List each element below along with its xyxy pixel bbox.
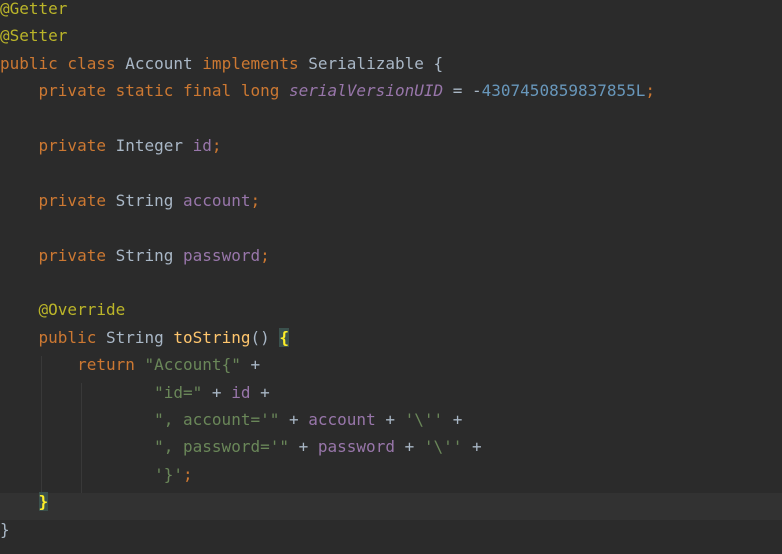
matched-brace: { [279, 327, 290, 347]
code-token: '}' [154, 464, 184, 484]
code-token: implements [202, 53, 309, 73]
code-token: + [288, 437, 318, 457]
code-line[interactable]: '}'; [0, 464, 782, 493]
code-token: private static final long [0, 81, 289, 101]
code-token: Account [125, 53, 203, 73]
code-token: toString [173, 327, 251, 347]
code-token: return [0, 355, 145, 375]
code-token: ; [250, 190, 261, 210]
code-line[interactable]: @Getter [0, 0, 782, 27]
code-line[interactable] [0, 110, 782, 137]
code-token: () [250, 327, 280, 347]
code-token: ", account='" [154, 410, 280, 429]
code-token: = - [443, 81, 482, 101]
code-line[interactable] [0, 274, 782, 301]
code-token: '\'' [404, 410, 444, 429]
code-token: ; [260, 245, 270, 265]
code-token: Integer [115, 136, 193, 155]
code-line[interactable]: public String toString() { [0, 327, 782, 356]
code-token: ; [183, 464, 193, 484]
code-token: @Getter [0, 0, 68, 18]
code-token: "id=" [154, 382, 203, 402]
code-line[interactable]: } [0, 492, 782, 521]
code-line[interactable]: @Setter [0, 27, 782, 54]
code-token: String [115, 190, 184, 210]
code-token: private [0, 136, 116, 155]
code-line[interactable]: private Integer id; [0, 137, 782, 164]
code-token: String [115, 245, 184, 265]
code-token: + [202, 382, 232, 402]
code-token: account [183, 190, 251, 210]
code-line[interactable]: @Override [0, 301, 782, 328]
code-token: password [317, 437, 395, 457]
code-line[interactable]: private String account; [0, 190, 782, 219]
code-token: + [279, 410, 309, 429]
code-token: account [308, 410, 376, 429]
code-token: id [231, 382, 251, 402]
code-token: Serializable { [308, 53, 444, 73]
code-token: "Account{" [144, 355, 241, 375]
code-token: password [183, 245, 261, 265]
code-token: + [250, 382, 270, 402]
code-line[interactable]: private String password; [0, 245, 782, 274]
code-line[interactable]: public class Account implements Serializ… [0, 53, 782, 82]
code-line[interactable]: return "Account{" + [0, 356, 782, 383]
code-token: + [462, 437, 482, 457]
code-token: ; [211, 136, 222, 155]
code-token: @Override [0, 300, 126, 320]
code-token: ; [645, 81, 656, 101]
code-line[interactable]: ", password='" + password + '\'' + [0, 438, 782, 465]
code-token: } [0, 519, 10, 539]
code-token: private [0, 245, 116, 265]
code-token: String [105, 327, 174, 347]
code-token: + [443, 410, 463, 429]
code-token: serialVersionUID [288, 81, 444, 101]
code-token: private [0, 190, 116, 210]
matched-brace: } [38, 492, 49, 512]
code-line[interactable] [0, 219, 782, 246]
code-token: 4307450859837855L [481, 81, 646, 101]
code-token: + [394, 437, 424, 457]
code-token: ", password='" [154, 437, 289, 457]
code-token: public [0, 327, 106, 347]
code-token: + [375, 410, 405, 429]
code-token: '\'' [423, 437, 463, 457]
code-line[interactable]: } [0, 519, 782, 548]
code-line[interactable]: ", account='" + account + '\'' + [0, 411, 782, 438]
code-token: public class [0, 53, 126, 73]
code-line[interactable] [0, 164, 782, 191]
code-line[interactable]: "id=" + id + [0, 382, 782, 411]
code-token: id [192, 136, 212, 155]
code-editor[interactable]: @Getter @Setter public class Account imple… [0, 0, 782, 554]
code-line[interactable]: private static final long serialVersionU… [0, 82, 782, 109]
code-token: + [240, 355, 261, 375]
code-token: @Setter [0, 26, 68, 46]
